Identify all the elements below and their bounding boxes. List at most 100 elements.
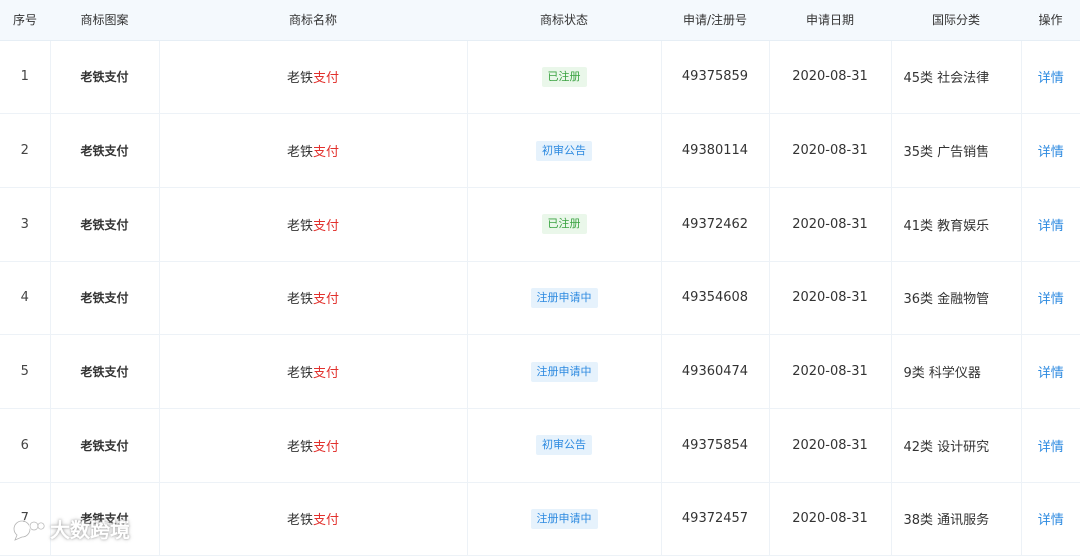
apply-date: 2020-08-31 <box>769 113 892 188</box>
trademark-name-part: 老铁 <box>286 145 313 161</box>
intl-class: 35类 广告销售 <box>891 113 1022 188</box>
status-badge: 已注册 <box>541 66 587 87</box>
row-index: 1 <box>0 40 51 115</box>
intl-class: 45类 社会法律 <box>891 40 1022 115</box>
status-badge: 注册申请中 <box>530 508 598 529</box>
status-cell: 已注册 <box>467 40 662 115</box>
apply-date: 2020-08-31 <box>769 482 892 556</box>
trademark-name-highlight: 支付 <box>313 71 340 87</box>
watermark: 大数跨境 <box>8 514 130 543</box>
header-date[interactable]: 申请日期 <box>769 0 891 41</box>
trademark-name-part: 老铁 <box>286 366 313 382</box>
intl-class: 36类 金融物管 <box>891 261 1022 336</box>
table-row: 7 老铁支付 老铁支付 注册申请中 49372457 2020-08-31 38类 通讯服务… <box>0 482 1080 556</box>
row-index: 6 <box>0 408 51 483</box>
row-index: 5 <box>0 334 51 409</box>
apply-date: 2020-08-31 <box>769 261 892 336</box>
header-action[interactable]: 操作 <box>1021 0 1080 41</box>
trademark-name-highlight: 支付 <box>313 218 340 234</box>
trademark-name-cell: 老铁支付 <box>159 40 468 115</box>
status-cell: 注册申请中 <box>467 482 662 556</box>
trademark-name-part: 老铁 <box>286 71 313 87</box>
trademark-name-cell: 老铁支付 <box>159 261 468 336</box>
reg-number: 49375859 <box>661 40 770 115</box>
trademark-pattern: 老铁支付 <box>50 261 160 336</box>
reg-number: 49380114 <box>661 113 770 188</box>
reg-number: 49372457 <box>661 482 770 556</box>
trademark-name-part: 老铁 <box>286 439 313 455</box>
reg-number: 49375854 <box>661 408 770 483</box>
trademark-name-highlight: 支付 <box>313 439 340 455</box>
trademark-name-cell: 老铁支付 <box>159 482 468 556</box>
trademark-pattern: 老铁支付 <box>50 408 160 483</box>
table-row: 6 老铁支付 老铁支付 初审公告 49375854 2020-08-31 42类 设计研究详… <box>0 408 1080 483</box>
apply-date: 2020-08-31 <box>769 408 892 483</box>
action-cell: 详情 <box>1021 113 1080 188</box>
header-reg-no[interactable]: 申请/注册号 <box>661 0 769 41</box>
trademark-table: 序号 商标图案 商标名称 商标状态 申请/注册号 申请日期 国际分类 操作 1老… <box>0 0 1080 556</box>
detail-link[interactable]: 详情 <box>1038 366 1064 381</box>
trademark-name-part: 老铁 <box>286 513 313 529</box>
trademark-name-highlight: 支付 <box>313 513 340 529</box>
trademark-name-highlight: 支付 <box>313 292 340 308</box>
trademark-pattern: 老铁支付 <box>50 113 160 188</box>
header-pattern[interactable]: 商标图案 <box>50 0 159 41</box>
status-cell: 注册申请中 <box>467 334 662 409</box>
reg-number: 49372462 <box>661 187 770 262</box>
intl-class: 42类 设计研究 <box>891 408 1022 483</box>
intl-class: 41类 教育娱乐 <box>891 187 1022 262</box>
table-header-row: 序号 商标图案 商标名称 商标状态 申请/注册号 申请日期 国际分类 操作 <box>0 0 1080 41</box>
intl-class: 38类 通讯服务 <box>891 482 1022 556</box>
table-row: 5 老铁支付 老铁支付 注册申请中 49360474 2020-08-31 9类 科学仪器详… <box>0 334 1080 409</box>
trademark-name-part: 老铁 <box>286 292 313 308</box>
intl-class: 9类 科学仪器 <box>891 334 1022 409</box>
detail-link[interactable]: 详情 <box>1038 513 1064 528</box>
status-cell: 已注册 <box>467 187 662 262</box>
status-badge: 已注册 <box>541 214 587 235</box>
trademark-pattern: 老铁支付 <box>50 40 160 115</box>
table-row: 4 老铁支付 老铁支付 注册申请中 49354608 2020-08-31 36类 金融物管… <box>0 261 1080 336</box>
trademark-name-cell: 老铁支付 <box>159 334 468 409</box>
action-cell: 详情 <box>1021 482 1080 556</box>
trademark-pattern: 老铁支付 <box>50 334 160 409</box>
trademark-name-cell: 老铁支付 <box>159 408 468 483</box>
action-cell: 详情 <box>1021 408 1080 483</box>
status-badge: 注册申请中 <box>530 287 598 308</box>
table-row: 3 老铁支付 老铁支付 已注册 49372462 2020-08-31 41类 教育娱乐 详情 <box>0 187 1080 262</box>
status-cell: 初审公告 <box>467 113 662 188</box>
action-cell: 详情 <box>1021 261 1080 336</box>
trademark-name-part: 老铁 <box>286 218 313 234</box>
status-badge: 初审公告 <box>536 140 592 161</box>
action-cell: 详情 <box>1021 40 1080 115</box>
trademark-name-highlight: 支付 <box>313 366 340 382</box>
trademark-name-highlight: 支付 <box>313 145 340 161</box>
detail-link[interactable]: 详情 <box>1038 145 1064 160</box>
status-badge: 注册申请中 <box>530 361 598 382</box>
reg-number: 49360474 <box>661 334 770 409</box>
trademark-name-cell: 老铁支付 <box>159 113 468 188</box>
trademark-name-cell: 老铁支付 <box>159 187 468 262</box>
reg-number: 49354608 <box>661 261 770 336</box>
trademark-pattern: 老铁支付 <box>50 187 160 262</box>
status-cell: 初审公告 <box>467 408 662 483</box>
status-badge: 初审公告 <box>536 435 592 456</box>
status-cell: 注册申请中 <box>467 261 662 336</box>
table-row: 1 老铁支付 老铁支付 已注册 49375859 2020-08-31 45类 社会法律 详情 <box>0 40 1080 115</box>
detail-link[interactable]: 详情 <box>1038 219 1064 234</box>
action-cell: 详情 <box>1021 187 1080 262</box>
header-name[interactable]: 商标名称 <box>159 0 467 41</box>
row-index: 2 <box>0 113 51 188</box>
table-header: 序号 商标图案 商标名称 商标状态 申请/注册号 申请日期 国际分类 操作 <box>0 0 1080 41</box>
apply-date: 2020-08-31 <box>769 187 892 262</box>
detail-link[interactable]: 详情 <box>1038 440 1064 455</box>
header-index[interactable]: 序号 <box>0 0 50 41</box>
detail-link[interactable]: 详情 <box>1038 71 1064 86</box>
table-body: 1 老铁支付 老铁支付 已注册 49375859 2020-08-31 45类 社会法律 详情… <box>0 40 1080 556</box>
detail-link[interactable]: 详情 <box>1038 292 1064 307</box>
bubble-logo-icon <box>8 516 46 542</box>
row-index: 4 <box>0 261 51 336</box>
watermark-text: 大数跨境 <box>50 518 130 542</box>
action-cell: 详情 <box>1021 334 1080 409</box>
header-class[interactable]: 国际分类 <box>891 0 1021 41</box>
header-status[interactable]: 商标状态 <box>467 0 661 41</box>
